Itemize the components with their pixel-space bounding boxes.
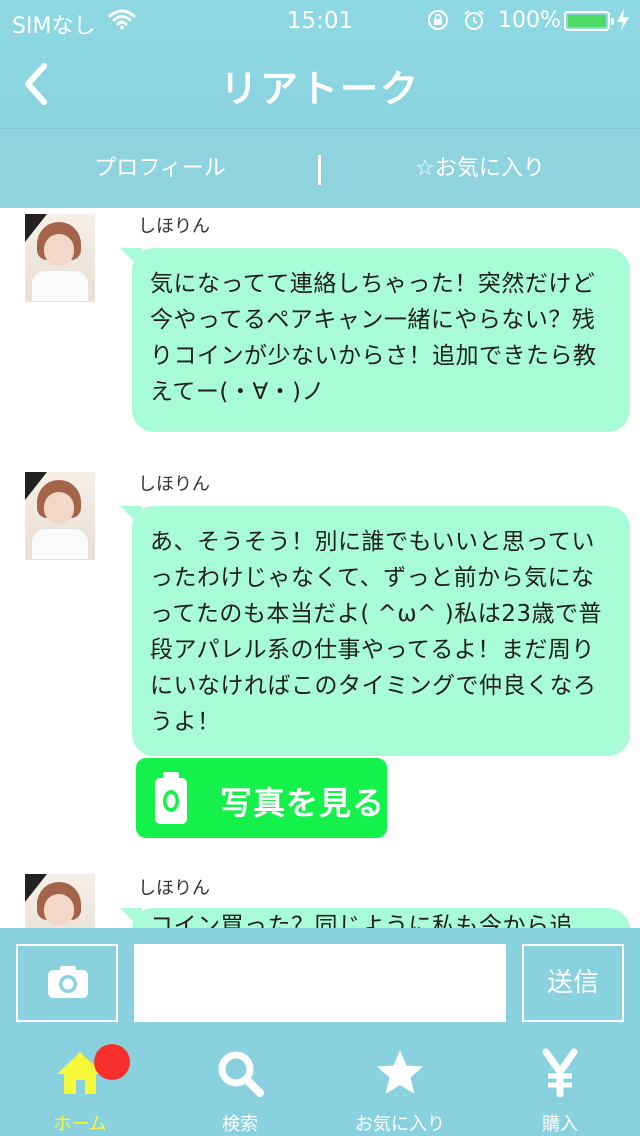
bubble-tail: [120, 248, 142, 270]
tab-label: ホーム: [53, 1114, 107, 1135]
message-input[interactable]: [134, 944, 506, 1022]
battery-nub: [611, 18, 614, 25]
page-title: リアトーク: [219, 67, 420, 111]
tab-purchase[interactable]: 購入: [480, 1038, 640, 1136]
status-bar: SIMなし 15:01 100%: [0, 0, 640, 40]
tab-favorites[interactable]: お気に入り: [320, 1038, 480, 1136]
tab-home[interactable]: ホーム: [0, 1038, 160, 1136]
battery-icon: [564, 11, 614, 31]
sender-name: しほりん: [138, 878, 210, 899]
tab-profile[interactable]: プロフィール: [0, 129, 320, 209]
tab-label: 購入: [542, 1114, 578, 1135]
battery-fill: [568, 15, 606, 27]
camera-icon: [48, 966, 88, 998]
view-photo-label: 写真を見る: [220, 784, 386, 822]
camera-button[interactable]: [16, 944, 118, 1022]
avatar[interactable]: [25, 472, 95, 560]
sender-name: しほりん: [138, 216, 210, 237]
message-bubble: あ、そうそう！別に誰でもいいと思っていったわけじゃなくて、ずっと前から気になって…: [120, 506, 630, 756]
avatar[interactable]: [25, 874, 95, 928]
camera-icon: [154, 770, 188, 826]
avatar-shadow: [25, 214, 47, 242]
avatar-face: [44, 234, 74, 266]
message-text: あ、そうそう！別に誰でもいいと思っていったわけじゃなくて、ずっと前から気になって…: [150, 529, 602, 735]
tab-label: 検索: [222, 1114, 258, 1135]
profile-tabs: プロフィール ☆お気に入り: [0, 128, 640, 208]
battery-percent: 100%: [498, 8, 561, 33]
bubble-tail: [120, 506, 142, 528]
charging-icon: [616, 8, 630, 37]
nav-bar: リアトーク: [0, 40, 640, 128]
message-bubble: コイン買った？同じように私も今から追: [120, 908, 630, 928]
tab-search[interactable]: 検索: [160, 1038, 320, 1136]
star-icon: [375, 1048, 425, 1098]
chat-area[interactable]: しほりん 気になってて連絡しちゃった！突然だけど今やってるペアキャン一緒にやらな…: [0, 208, 640, 928]
message-text: コイン買った？同じように私も今から追: [150, 913, 573, 928]
search-icon: [215, 1048, 265, 1098]
view-photo-button[interactable]: 写真を見る: [136, 758, 387, 838]
message-text: 気になってて連絡しちゃった！突然だけど今やってるペアキャン一緒にやらない？残りコ…: [150, 271, 597, 405]
message-composer: 送信: [0, 928, 640, 1038]
send-button[interactable]: 送信: [522, 944, 624, 1022]
avatar-shadow: [25, 874, 47, 902]
sender-name: しほりん: [138, 474, 210, 495]
avatar-shadow: [25, 472, 47, 500]
avatar-shirt: [31, 528, 89, 560]
message-bubble: 気になってて連絡しちゃった！突然だけど今やってるペアキャン一緒にやらない？残りコ…: [120, 248, 630, 432]
avatar[interactable]: [25, 214, 95, 302]
tab-label: お気に入り: [355, 1114, 445, 1135]
alarm-icon: [462, 8, 486, 38]
avatar-face: [44, 894, 74, 926]
notification-badge: [94, 1044, 130, 1080]
avatar-face: [44, 492, 74, 524]
bottom-tab-bar: ホーム 検索 お気に入り 購入: [0, 1038, 640, 1136]
bubble-tail: [120, 908, 142, 928]
yen-icon: [535, 1048, 585, 1098]
rotation-lock-icon: [426, 8, 450, 38]
avatar-shirt: [31, 270, 89, 302]
tab-favorite[interactable]: ☆お気に入り: [320, 129, 640, 209]
